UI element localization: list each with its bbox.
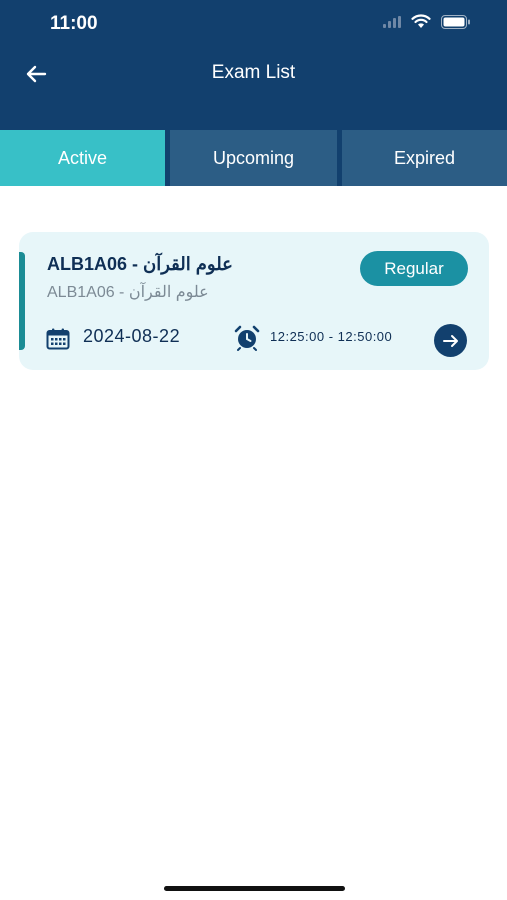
exam-card[interactable]: ALB1A06 - علوم القرآن ALB1A06 - علوم الق… xyxy=(19,232,489,370)
open-exam-button[interactable] xyxy=(434,324,467,357)
alarm-clock-icon xyxy=(234,325,260,351)
exam-title: ALB1A06 - علوم القرآن xyxy=(47,254,233,274)
tab-active[interactable]: Active xyxy=(0,130,165,186)
wifi-icon xyxy=(411,14,431,28)
home-indicator xyxy=(164,886,345,891)
status-time: 11:00 xyxy=(50,13,98,34)
tab-bar: Active Upcoming Expired xyxy=(0,130,507,186)
page-title: Exam List xyxy=(211,62,296,83)
tab-upcoming[interactable]: Upcoming xyxy=(170,130,337,186)
signal-icon xyxy=(383,15,401,28)
tab-expired[interactable]: Expired xyxy=(342,130,507,186)
card-accent-bar xyxy=(19,252,25,350)
exam-date: 2024-08-22 xyxy=(83,326,181,346)
arrow-right-icon xyxy=(442,334,458,347)
status-icons xyxy=(383,14,471,29)
exam-subtitle: ALB1A06 - علوم القرآن xyxy=(47,284,209,301)
exam-type-badge: Regular xyxy=(360,251,468,286)
calendar-icon xyxy=(46,328,70,350)
exam-time-range: 12:25:00 - 12:50:00 xyxy=(270,329,393,344)
app-header: 11:00 Exam List Active Upcoming Expired xyxy=(0,0,507,186)
battery-icon xyxy=(441,14,470,29)
